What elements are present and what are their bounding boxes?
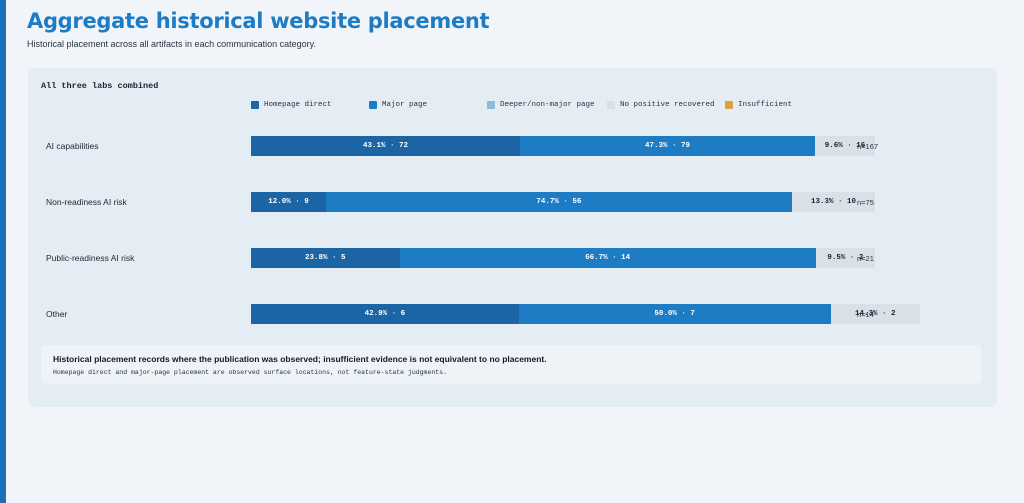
legend-item-no-positive-recovered: No positive recovered (607, 101, 715, 109)
bar-segment-major-page: 50.0% · 7 (518, 304, 831, 324)
bar-segment-homepage-direct: 43.1% · 72 (251, 136, 520, 156)
note-main-text: Historical placement records where the p… (53, 354, 547, 364)
row-label-public-readiness-ai-risk: Public-readiness AI risk (46, 253, 135, 263)
bar-segment-major-page: 66.7% · 14 (399, 248, 816, 268)
bar-ai-capabilities: 43.1% · 72 47.3% · 79 9.6% · 16 (251, 136, 875, 156)
legend-swatch-insufficient (725, 101, 733, 109)
chart-panel: All three labs combined Homepage direct M… (28, 68, 997, 407)
row-label-non-readiness-ai-risk: Non-readiness AI risk (46, 197, 127, 207)
legend-swatch-no-positive-recovered (607, 101, 615, 109)
legend-item-major-page: Major page (369, 101, 427, 109)
bar-non-readiness-ai-risk: 12.0% · 9 74.7% · 56 13.3% · 10 (251, 192, 875, 212)
bar-segment-homepage-direct: 12.0% · 9 (251, 192, 326, 212)
bar-segment-major-page: 47.3% · 79 (519, 136, 816, 156)
note-sub-text: Homepage direct and major-page placement… (53, 369, 447, 376)
row-label-ai-capabilities: AI capabilities (46, 141, 99, 151)
legend-item-deeper-non-major-page: Deeper/non-major page (487, 101, 595, 109)
row-n-label: n=21 (857, 254, 874, 263)
legend-label: Homepage direct (264, 101, 332, 109)
legend-swatch-homepage-direct (251, 101, 259, 109)
bar-segment-homepage-direct: 42.9% · 6 (251, 304, 519, 324)
legend-item-insufficient: Insufficient (725, 101, 792, 109)
bar-segment-homepage-direct: 23.8% · 5 (251, 248, 400, 268)
legend-label: Insufficient (738, 101, 793, 109)
row-label-other: Other (46, 309, 68, 319)
legend-item-homepage-direct: Homepage direct (251, 101, 332, 109)
bar-public-readiness-ai-risk: 23.8% · 5 66.7% · 14 9.5% · 2 (251, 248, 875, 268)
bar-segment-no-positive-recovered: 14.3% · 2 (830, 304, 920, 324)
legend-label: No positive recovered (620, 101, 715, 109)
chart-title: All three labs combined (41, 81, 159, 91)
legend-label: Deeper/non-major page (500, 101, 595, 109)
row-n-label: n=75 (857, 198, 874, 207)
bar-other: 42.9% · 6 50.0% · 7 14.3% · 2 (251, 304, 920, 324)
legend-swatch-major-page (369, 101, 377, 109)
legend-swatch-deeper-non-major-page (487, 101, 495, 109)
legend-label: Major page (382, 101, 428, 109)
page-subtitle: Historical placement across all artifact… (27, 39, 316, 49)
row-n-label: n=14 (857, 310, 874, 319)
left-accent-bar (0, 0, 6, 503)
chart-note: Historical placement records where the p… (41, 345, 982, 384)
bar-segment-major-page: 74.7% · 56 (325, 192, 792, 212)
row-n-label: n=167 (857, 142, 879, 151)
page-title: Aggregate historical website placement (27, 9, 490, 33)
